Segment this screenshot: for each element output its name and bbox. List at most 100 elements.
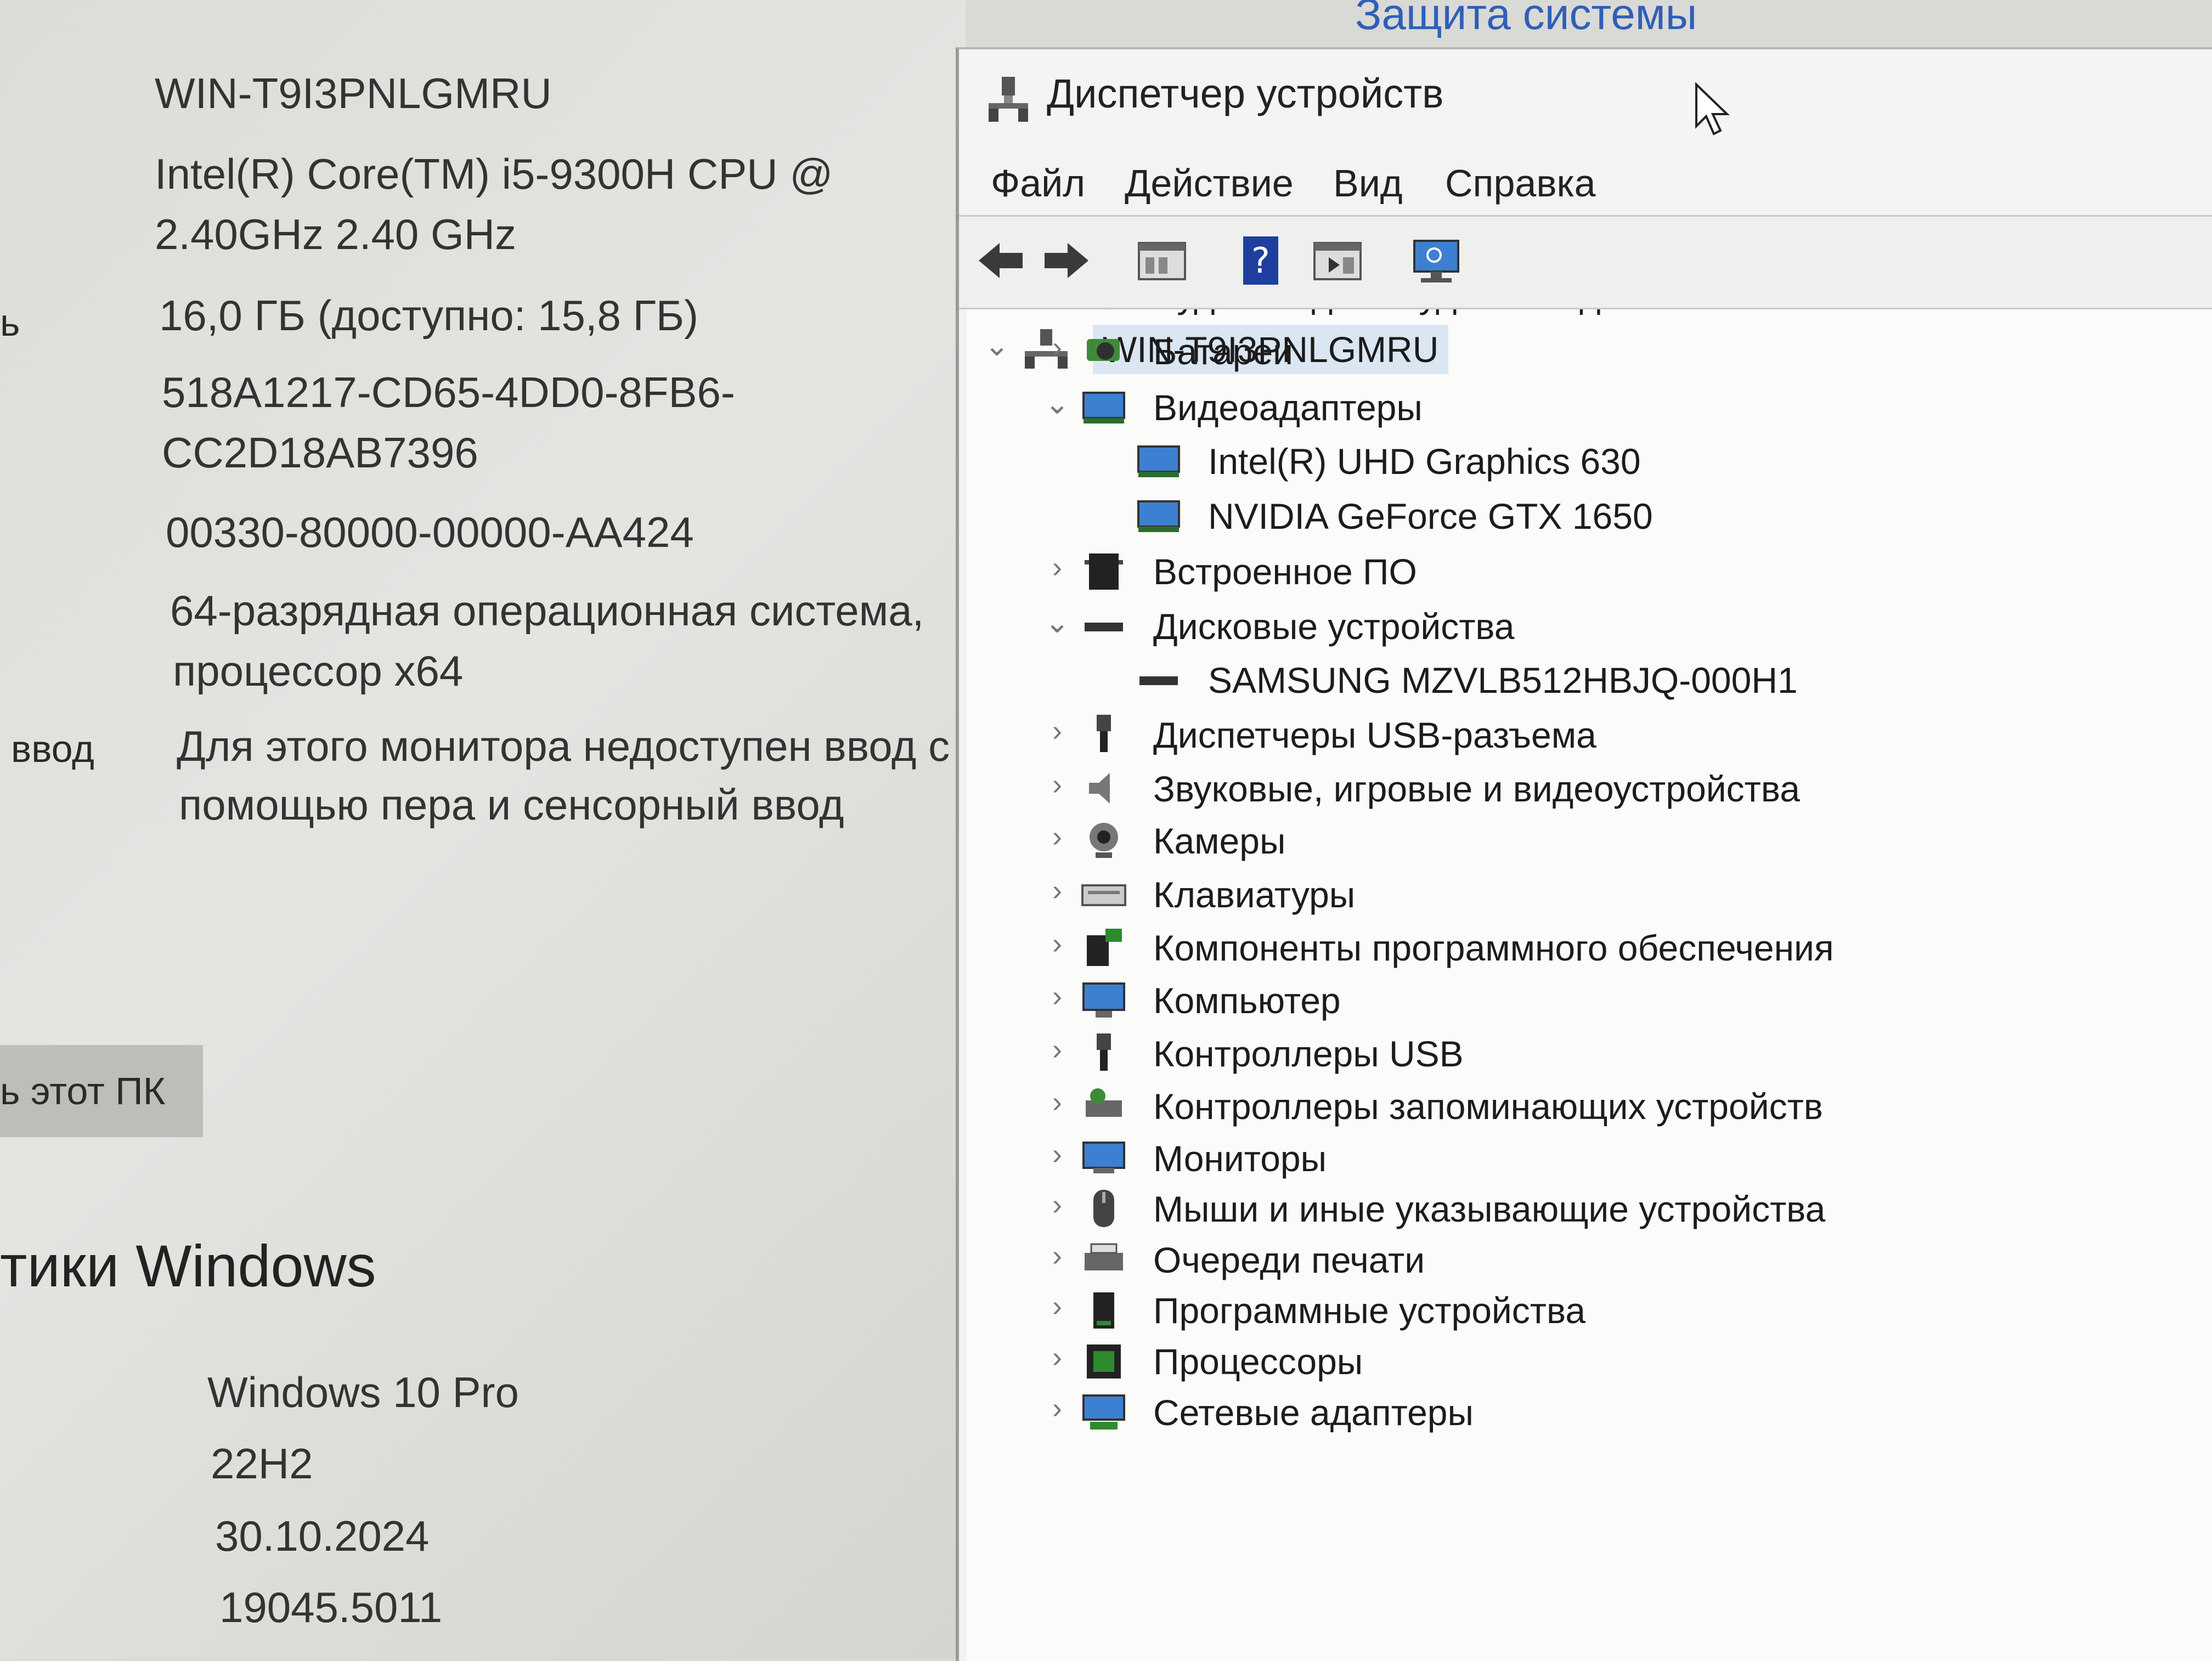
software-device-icon — [1093, 1292, 1114, 1329]
chevron-right-icon[interactable]: › — [1043, 714, 1071, 748]
back-arrow-icon[interactable] — [973, 233, 1028, 288]
tree-device-item[interactable]: Intel(R) UHD Graphics 630 — [967, 437, 2174, 486]
disk-icon — [1085, 623, 1123, 631]
chevron-right-icon[interactable]: › — [1043, 330, 1071, 364]
tree-category-item[interactable]: › Мыши и иные указывающие устройства — [967, 1184, 2174, 1234]
tree-category-item[interactable]: › Компоненты программного обеспечения — [967, 923, 2174, 973]
mouse-cursor-icon — [1695, 82, 1730, 135]
tree-category-item[interactable]: › Диспетчеры USB-разъема — [967, 710, 2174, 760]
chevron-right-icon[interactable]: › — [1043, 550, 1071, 584]
tree-item-label: Программные устройства — [1153, 1290, 1586, 1331]
chevron-right-icon[interactable]: › — [1043, 1340, 1071, 1374]
chevron-right-icon[interactable]: › — [1043, 1188, 1071, 1222]
pen-touch-label: ввод — [11, 727, 94, 770]
properties-icon[interactable] — [1135, 233, 1189, 288]
ram-value: 16,0 ГБ (доступно: 15,8 ГБ) — [159, 291, 698, 340]
version-value: 22H2 — [211, 1439, 313, 1488]
chevron-right-icon[interactable]: › — [1043, 1391, 1071, 1425]
edition-value: Windows 10 Pro — [207, 1368, 519, 1416]
menu-help[interactable]: Справка — [1445, 161, 1596, 205]
tree-category-item[interactable]: › Камеры — [967, 816, 2174, 866]
chevron-right-icon[interactable]: › — [1043, 873, 1071, 907]
tree-device-item[interactable]: SAMSUNG MZVLB512HBJQ-000H1 — [967, 656, 2174, 705]
tree-item-label: Камеры — [1153, 821, 1286, 861]
tree-category-item[interactable]: › Встроенное ПО — [967, 547, 2174, 596]
battery-icon — [1087, 339, 1120, 361]
tree-item-label: Сетевые адаптеры — [1153, 1392, 1474, 1433]
tree-category-item[interactable]: › Программные устройства — [967, 1286, 2174, 1335]
tree-category-item[interactable]: ›Аудиовходы и аудиовыходы — [967, 309, 2174, 320]
computer-icon — [1082, 982, 1125, 1018]
display-adapter-icon — [1137, 500, 1180, 532]
chevron-right-icon[interactable]: › — [1043, 979, 1071, 1013]
usb-connector-icon — [1097, 715, 1111, 752]
software-component-icon — [1087, 929, 1122, 966]
chevron-down-icon[interactable]: ⌄ — [1043, 386, 1071, 421]
tree-category-item[interactable]: › Очереди печати — [967, 1235, 2174, 1285]
tree-item-label: Диспетчеры USB-разъема — [1153, 715, 1596, 755]
device-manager-icon — [989, 77, 1028, 122]
chevron-right-icon[interactable]: › — [1043, 767, 1071, 801]
scan-hardware-icon[interactable] — [1409, 233, 1464, 288]
update-driver-icon[interactable] — [1310, 233, 1365, 288]
printer-icon — [1085, 1243, 1123, 1270]
pen-touch-line2: помощью пера и сенсорный ввод — [179, 781, 844, 829]
monitor-icon — [1082, 1142, 1125, 1173]
chevron-right-icon[interactable]: › — [1043, 1289, 1071, 1323]
toolbar: ? — [959, 215, 2212, 309]
tree-category-item[interactable]: › Процессоры — [967, 1337, 2174, 1386]
menu-file[interactable]: Файл — [991, 161, 1085, 205]
chevron-right-icon[interactable]: › — [1043, 1137, 1071, 1171]
device-name-value: WIN-T9I3PNLGMRU — [155, 69, 552, 117]
forward-arrow-icon[interactable] — [1039, 233, 1094, 288]
os-build-value: 19045.5011 — [219, 1583, 443, 1631]
disk-icon — [1139, 676, 1178, 685]
tree-category-item[interactable]: › Контроллеры USB — [967, 1029, 2174, 1078]
chevron-right-icon[interactable]: › — [1043, 1085, 1071, 1119]
tree-item-label: Мыши и иные указывающие устройства — [1153, 1189, 1826, 1229]
system-protection-link[interactable]: Защита системы — [1355, 0, 1697, 39]
tree-category-item[interactable]: ⌄ Дисковые устройства — [967, 602, 2174, 651]
tree-item-label: Аудиовходы и аудиовыходы — [1153, 309, 1627, 320]
tree-item-label: Дисковые устройства — [1153, 606, 1515, 647]
tree-category-item[interactable]: › Звуковые, игровые и видеоустройства — [967, 764, 2174, 813]
processor-icon — [1087, 1344, 1121, 1378]
processor-value-line2: 2.40GHz 2.40 GHz — [155, 210, 516, 258]
tree-category-item[interactable]: › Клавиатуры — [967, 870, 2174, 919]
tree-item-label: Батареи — [1153, 331, 1294, 372]
tree-category-item[interactable]: › Батареи — [967, 327, 2174, 376]
tree-category-item[interactable]: › Мониторы — [967, 1134, 2174, 1183]
tree-category-item[interactable]: ⌄ Видеоадаптеры — [967, 383, 2174, 432]
menu-bar: Файл Действие Вид Справка — [959, 154, 2212, 214]
device-id-line1: 518A1217-CD65-4DD0-8FB6- — [162, 368, 735, 416]
rename-pc-button[interactable]: ь этот ПК — [0, 1045, 203, 1137]
tree-item-label: Видеоадаптеры — [1153, 387, 1423, 428]
keyboard-icon — [1081, 884, 1126, 906]
tree-category-item[interactable]: › Сетевые адаптеры — [967, 1388, 2174, 1437]
tree-item-label: NVIDIA GeForce GTX 1650 — [1208, 496, 1653, 536]
menu-action[interactable]: Действие — [1125, 161, 1294, 205]
menu-view[interactable]: Вид — [1333, 161, 1403, 205]
chevron-down-icon[interactable]: ⌄ — [1043, 605, 1071, 640]
tree-item-label: Intel(R) UHD Graphics 630 — [1208, 441, 1641, 482]
network-adapter-icon — [1082, 1394, 1125, 1430]
chevron-right-icon[interactable]: › — [1043, 1032, 1071, 1066]
tree-item-label: Контроллеры запоминающих устройств — [1153, 1086, 1823, 1127]
tree-item-label: Очереди печати — [1153, 1240, 1425, 1280]
chevron-right-icon[interactable]: › — [1043, 820, 1071, 854]
window-title: Диспетчер устройств — [1047, 71, 1444, 116]
tree-item-label: Звуковые, игровые и видеоустройства — [1153, 769, 1800, 809]
help-icon[interactable]: ? — [1233, 233, 1288, 288]
tree-item-label: SAMSUNG MZVLB512HBJQ-000H1 — [1208, 660, 1798, 700]
chevron-right-icon[interactable]: › — [1043, 1239, 1071, 1273]
ram-label: ь — [0, 301, 20, 344]
tree-category-item[interactable]: › Компьютер — [967, 976, 2174, 1025]
tree-item-label: Процессоры — [1153, 1341, 1363, 1382]
title-bar[interactable]: Диспетчер устройств — [959, 49, 2212, 154]
firmware-icon — [1085, 553, 1123, 590]
chevron-right-icon[interactable]: › — [1043, 926, 1071, 961]
tree-item-label: Клавиатуры — [1153, 874, 1356, 915]
system-info-panel: WIN-T9I3PNLGMRU Intel(R) Core(TM) i5-930… — [0, 0, 966, 1659]
tree-device-item[interactable]: NVIDIA GeForce GTX 1650 — [967, 491, 2174, 541]
tree-category-item[interactable]: › Контроллеры запоминающих устройств — [967, 1082, 2174, 1131]
